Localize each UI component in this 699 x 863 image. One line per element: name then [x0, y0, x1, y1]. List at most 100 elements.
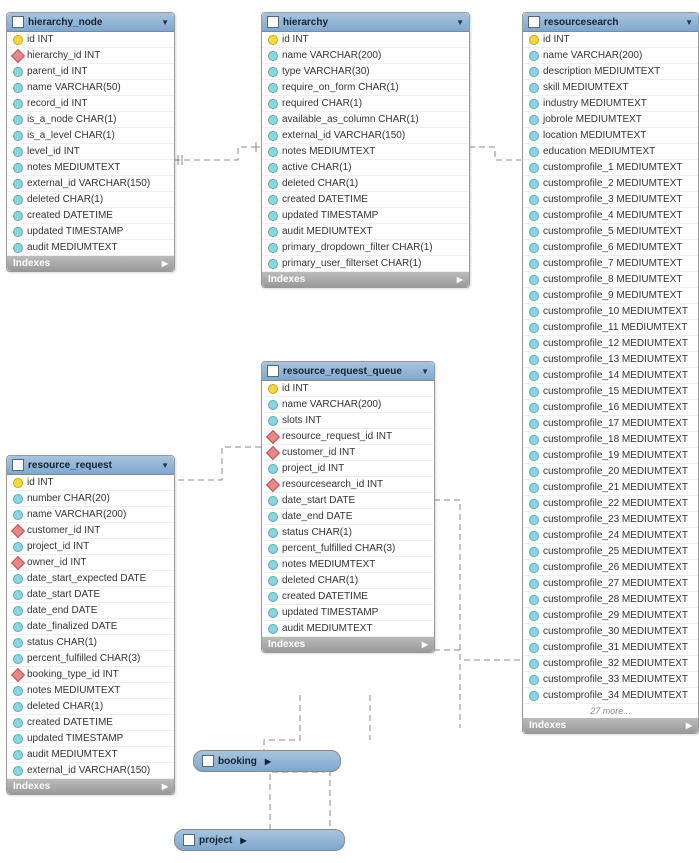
column-row[interactable]: name VARCHAR(200) [262, 48, 469, 64]
column-row[interactable]: education MEDIUMTEXT [523, 144, 698, 160]
column-row[interactable]: customprofile_19 MEDIUMTEXT [523, 448, 698, 464]
column-row[interactable]: id INT [262, 381, 434, 397]
column-row[interactable]: customprofile_24 MEDIUMTEXT [523, 528, 698, 544]
column-row[interactable]: name VARCHAR(200) [523, 48, 698, 64]
column-row[interactable]: customprofile_23 MEDIUMTEXT [523, 512, 698, 528]
column-row[interactable]: skill MEDIUMTEXT [523, 80, 698, 96]
column-row[interactable]: active CHAR(1) [262, 160, 469, 176]
indexes-row[interactable]: Indexes▶ [523, 718, 698, 733]
column-row[interactable]: id INT [262, 32, 469, 48]
table-header[interactable]: resource_request▼ [7, 456, 174, 475]
column-row[interactable]: date_end DATE [7, 603, 174, 619]
column-row[interactable]: customprofile_16 MEDIUMTEXT [523, 400, 698, 416]
column-row[interactable]: available_as_column CHAR(1) [262, 112, 469, 128]
column-row[interactable]: is_a_level CHAR(1) [7, 128, 174, 144]
indexes-row[interactable]: Indexes▶ [262, 272, 469, 287]
column-row[interactable]: date_start DATE [7, 587, 174, 603]
column-row[interactable]: created DATETIME [7, 715, 174, 731]
indexes-row[interactable]: Indexes▶ [7, 779, 174, 794]
column-row[interactable]: is_a_node CHAR(1) [7, 112, 174, 128]
column-row[interactable]: updated TIMESTAMP [262, 605, 434, 621]
column-row[interactable]: audit MEDIUMTEXT [262, 224, 469, 240]
column-row[interactable]: customprofile_32 MEDIUMTEXT [523, 656, 698, 672]
column-row[interactable]: customprofile_3 MEDIUMTEXT [523, 192, 698, 208]
column-row[interactable]: customprofile_18 MEDIUMTEXT [523, 432, 698, 448]
column-row[interactable]: date_start_expected DATE [7, 571, 174, 587]
table-header[interactable]: hierarchy▼ [262, 13, 469, 32]
column-row[interactable]: created DATETIME [262, 192, 469, 208]
column-row[interactable]: customprofile_21 MEDIUMTEXT [523, 480, 698, 496]
column-row[interactable]: external_id VARCHAR(150) [262, 128, 469, 144]
column-row[interactable]: name VARCHAR(200) [7, 507, 174, 523]
column-row[interactable]: hierarchy_id INT [7, 48, 174, 64]
column-row[interactable]: created DATETIME [262, 589, 434, 605]
column-row[interactable]: status CHAR(1) [262, 525, 434, 541]
column-row[interactable]: notes MEDIUMTEXT [7, 683, 174, 699]
column-row[interactable]: customprofile_27 MEDIUMTEXT [523, 576, 698, 592]
column-row[interactable]: audit MEDIUMTEXT [7, 747, 174, 763]
column-row[interactable]: resource_request_id INT [262, 429, 434, 445]
column-row[interactable]: updated TIMESTAMP [7, 224, 174, 240]
column-row[interactable]: customprofile_14 MEDIUMTEXT [523, 368, 698, 384]
column-row[interactable]: customprofile_33 MEDIUMTEXT [523, 672, 698, 688]
column-row[interactable]: customprofile_8 MEDIUMTEXT [523, 272, 698, 288]
column-row[interactable]: number CHAR(20) [7, 491, 174, 507]
column-row[interactable]: customprofile_1 MEDIUMTEXT [523, 160, 698, 176]
column-row[interactable]: notes MEDIUMTEXT [262, 144, 469, 160]
column-row[interactable]: customprofile_4 MEDIUMTEXT [523, 208, 698, 224]
column-row[interactable]: project_id INT [262, 461, 434, 477]
column-row[interactable]: industry MEDIUMTEXT [523, 96, 698, 112]
column-row[interactable]: created DATETIME [7, 208, 174, 224]
column-row[interactable]: booking_type_id INT [7, 667, 174, 683]
column-row[interactable]: type VARCHAR(30) [262, 64, 469, 80]
more-label[interactable]: 27 more... [523, 704, 698, 718]
column-row[interactable]: slots INT [262, 413, 434, 429]
column-row[interactable]: customprofile_2 MEDIUMTEXT [523, 176, 698, 192]
column-row[interactable]: customprofile_22 MEDIUMTEXT [523, 496, 698, 512]
column-row[interactable]: deleted CHAR(1) [262, 573, 434, 589]
column-row[interactable]: level_id INT [7, 144, 174, 160]
table-header[interactable]: hierarchy_node▼ [7, 13, 174, 32]
column-row[interactable]: customprofile_28 MEDIUMTEXT [523, 592, 698, 608]
column-row[interactable]: customprofile_25 MEDIUMTEXT [523, 544, 698, 560]
column-row[interactable]: date_end DATE [262, 509, 434, 525]
column-row[interactable]: customprofile_13 MEDIUMTEXT [523, 352, 698, 368]
column-row[interactable]: jobrole MEDIUMTEXT [523, 112, 698, 128]
column-row[interactable]: external_id VARCHAR(150) [7, 763, 174, 779]
column-row[interactable]: customprofile_31 MEDIUMTEXT [523, 640, 698, 656]
table-hierarchy_node[interactable]: hierarchy_node▼id INThierarchy_id INTpar… [6, 12, 175, 272]
column-row[interactable]: id INT [523, 32, 698, 48]
column-row[interactable]: customprofile_5 MEDIUMTEXT [523, 224, 698, 240]
column-row[interactable]: customer_id INT [262, 445, 434, 461]
table-hierarchy[interactable]: hierarchy▼id INTname VARCHAR(200)type VA… [261, 12, 470, 288]
column-row[interactable]: name VARCHAR(200) [262, 397, 434, 413]
column-row[interactable]: customprofile_26 MEDIUMTEXT [523, 560, 698, 576]
column-row[interactable]: customer_id INT [7, 523, 174, 539]
indexes-row[interactable]: Indexes▶ [262, 637, 434, 652]
column-row[interactable]: resourcesearch_id INT [262, 477, 434, 493]
column-row[interactable]: notes MEDIUMTEXT [262, 557, 434, 573]
table-resourcesearch[interactable]: resourcesearch▼id INTname VARCHAR(200)de… [522, 12, 699, 734]
column-row[interactable]: customprofile_9 MEDIUMTEXT [523, 288, 698, 304]
column-row[interactable]: status CHAR(1) [7, 635, 174, 651]
column-row[interactable]: customprofile_11 MEDIUMTEXT [523, 320, 698, 336]
column-row[interactable]: id INT [7, 475, 174, 491]
column-row[interactable]: parent_id INT [7, 64, 174, 80]
column-row[interactable]: deleted CHAR(1) [262, 176, 469, 192]
column-row[interactable]: audit MEDIUMTEXT [7, 240, 174, 256]
column-row[interactable]: require_on_form CHAR(1) [262, 80, 469, 96]
column-row[interactable]: percent_fulfilled CHAR(3) [262, 541, 434, 557]
indexes-row[interactable]: Indexes▶ [7, 256, 174, 271]
table-resource_request_queue[interactable]: resource_request_queue▼id INTname VARCHA… [261, 361, 435, 653]
column-row[interactable]: customprofile_17 MEDIUMTEXT [523, 416, 698, 432]
column-row[interactable]: name VARCHAR(50) [7, 80, 174, 96]
column-row[interactable]: record_id INT [7, 96, 174, 112]
table-header[interactable]: resource_request_queue▼ [262, 362, 434, 381]
table-header[interactable]: resourcesearch▼ [523, 13, 698, 32]
table-resource_request[interactable]: resource_request▼id INTnumber CHAR(20)na… [6, 455, 175, 795]
column-row[interactable]: location MEDIUMTEXT [523, 128, 698, 144]
column-row[interactable]: customprofile_15 MEDIUMTEXT [523, 384, 698, 400]
column-row[interactable]: customprofile_29 MEDIUMTEXT [523, 608, 698, 624]
column-row[interactable]: description MEDIUMTEXT [523, 64, 698, 80]
column-row[interactable]: primary_dropdown_filter CHAR(1) [262, 240, 469, 256]
